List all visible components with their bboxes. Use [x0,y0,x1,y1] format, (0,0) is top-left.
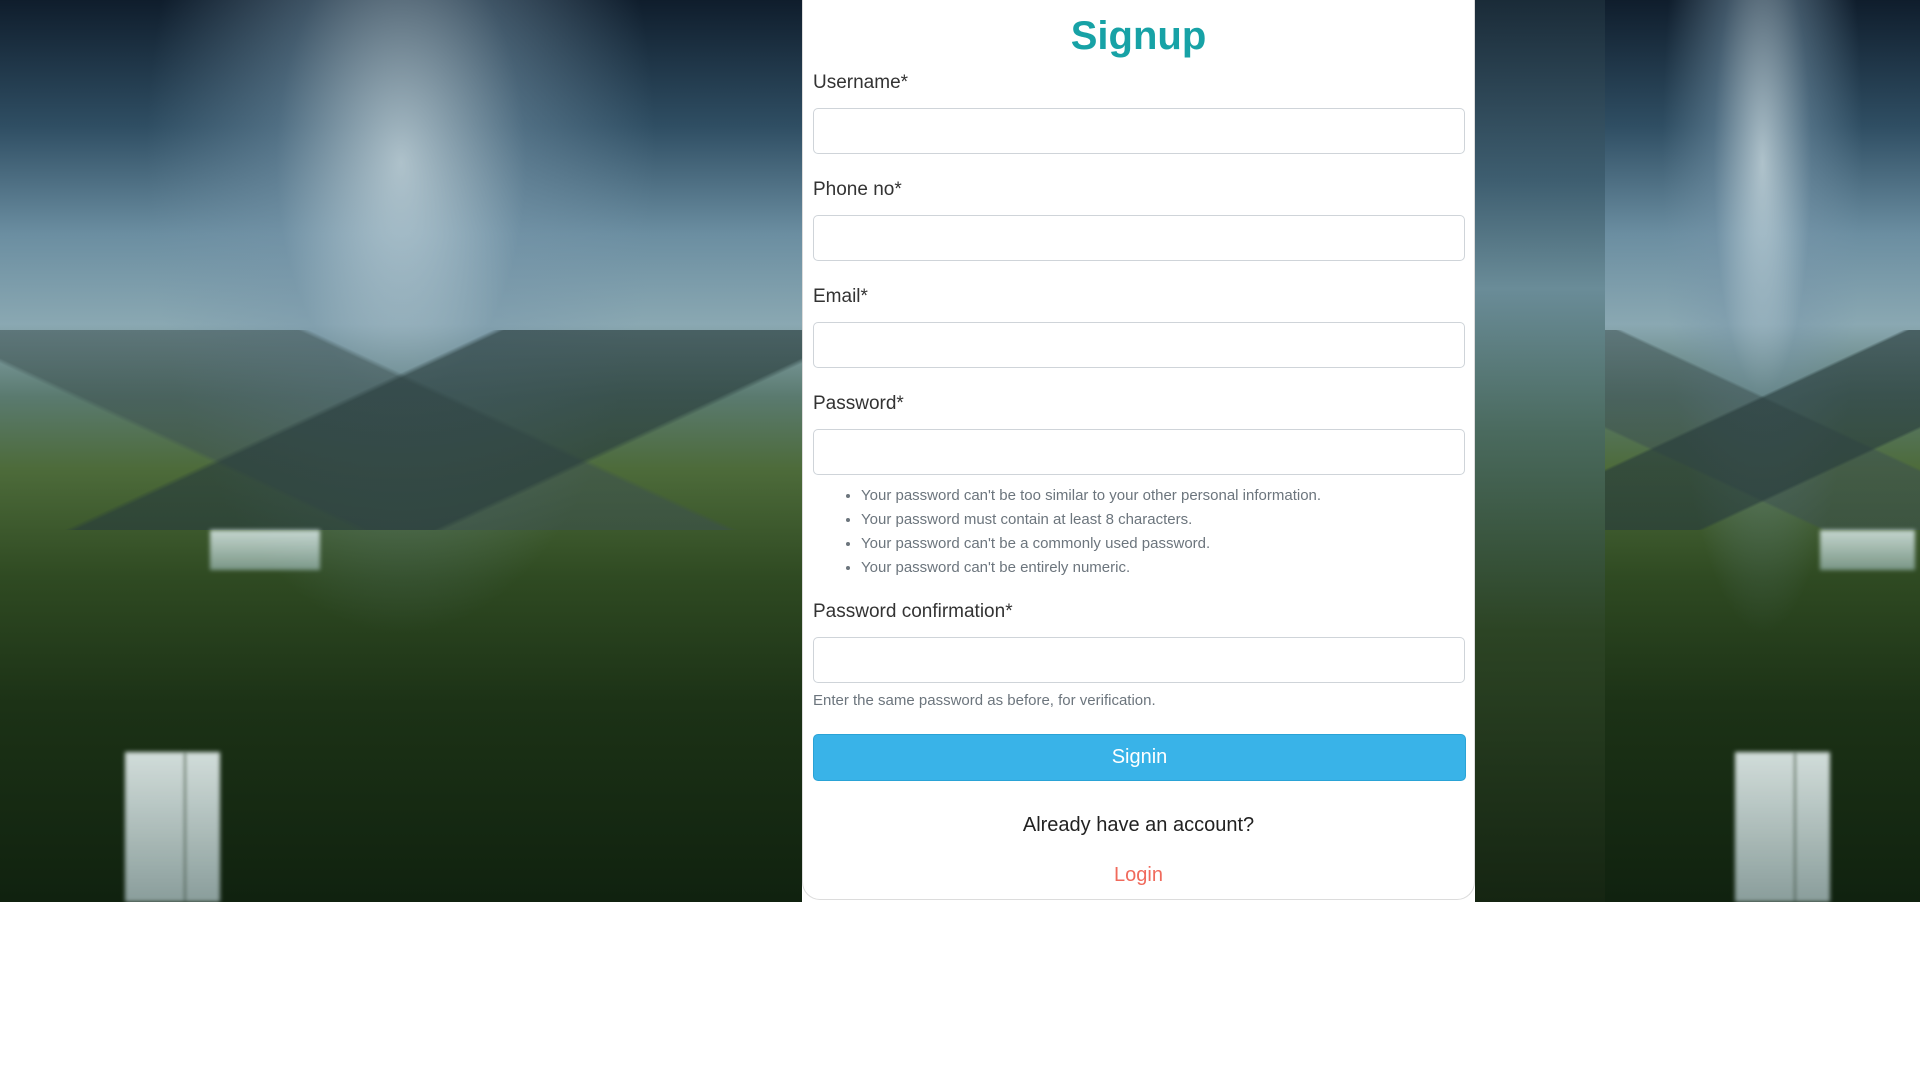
password-help-item: Your password can't be a commonly used p… [861,532,1321,556]
password-help-item: Your password can't be too similar to yo… [861,484,1321,508]
password-input[interactable] [813,429,1465,475]
email-label: Email* [813,286,868,307]
login-link[interactable]: Login [803,864,1474,887]
signin-button[interactable]: Signin [813,734,1466,781]
background-tile-right [1605,0,1920,902]
username-input[interactable] [813,108,1465,154]
already-have-account-text: Already have an account? [1022,814,1255,836]
password-confirmation-help: Enter the same password as before, for v… [813,692,1156,709]
signup-title: Signup [1070,14,1207,58]
phone-label: Phone no* [813,179,902,200]
username-label: Username* [813,72,909,93]
email-input[interactable] [813,322,1465,368]
password-help-list: Your password can't be too similar to yo… [813,484,1321,580]
background-tile-left [0,0,802,902]
password-help-item: Your password must contain at least 8 ch… [861,508,1321,532]
background-tile-middle [1475,0,1605,902]
signup-card: Signup Username* Phone no* Email* Passwo… [802,0,1475,900]
password-label: Password* [813,393,904,414]
phone-input[interactable] [813,215,1465,261]
password-confirmation-input[interactable] [813,637,1465,683]
password-help-item: Your password can't be entirely numeric. [861,556,1321,580]
password-confirmation-label: Password confirmation* [813,601,1013,622]
